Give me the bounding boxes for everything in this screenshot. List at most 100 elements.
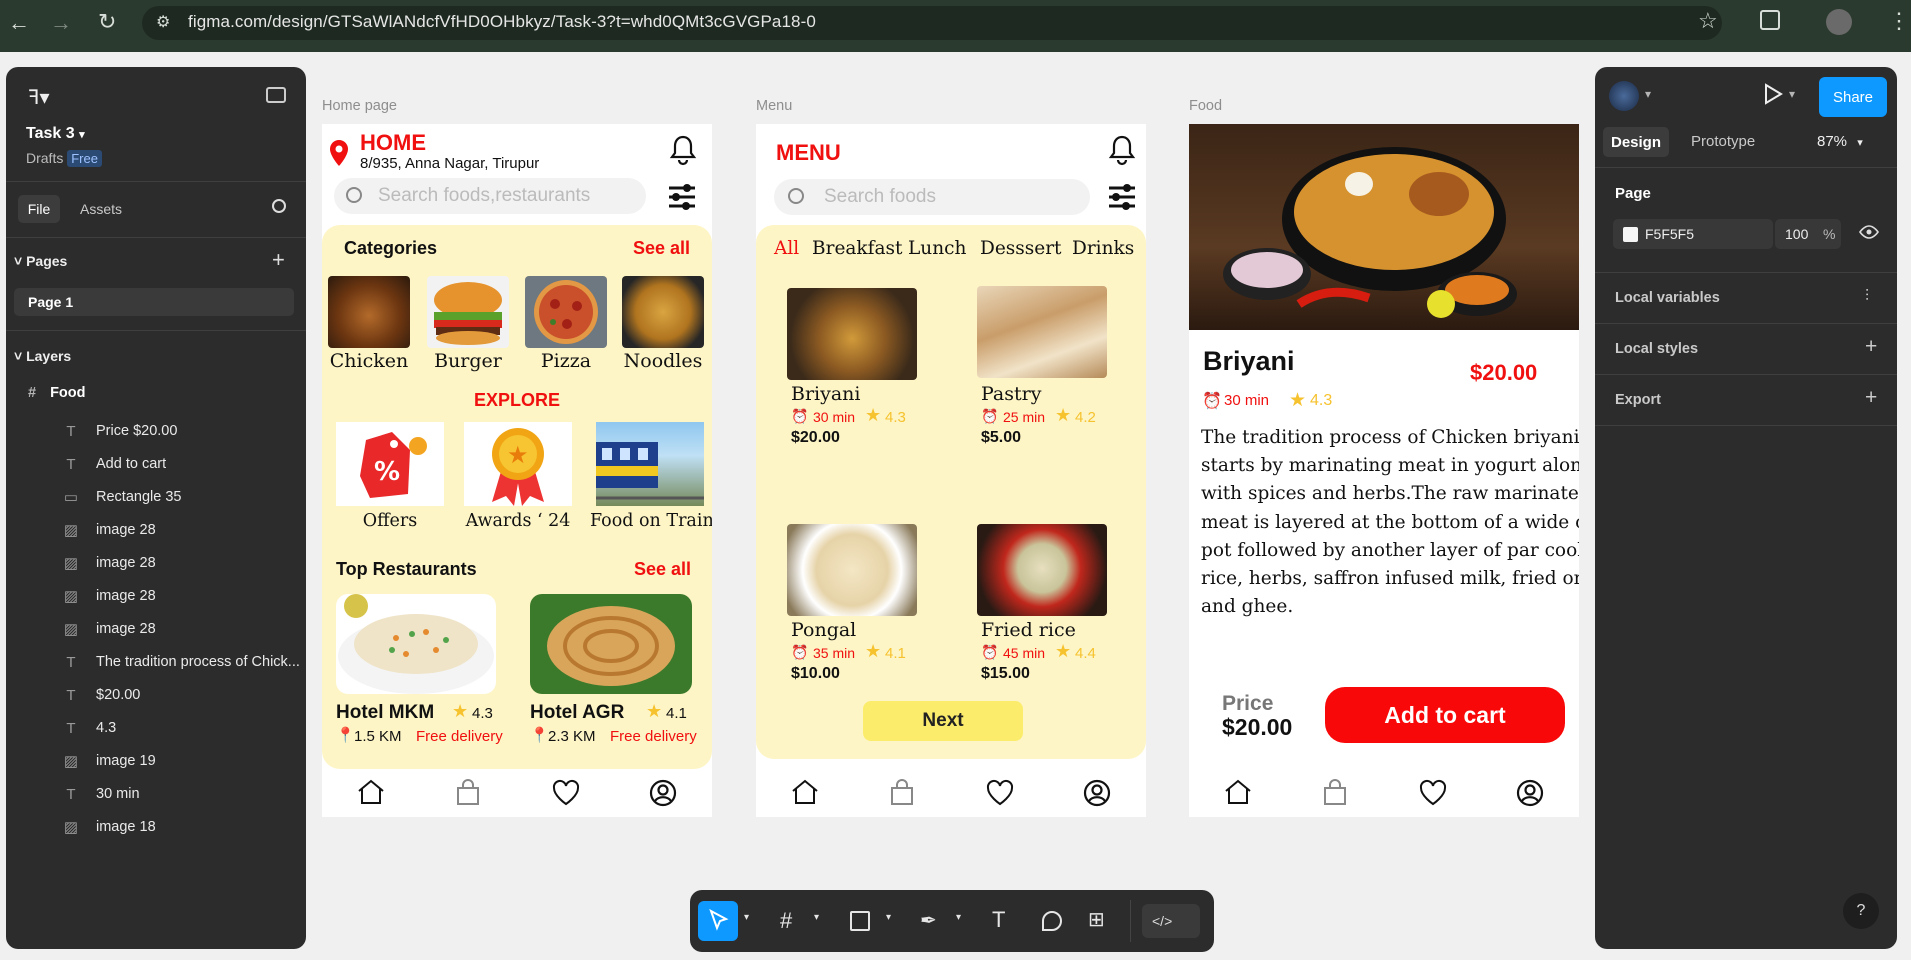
chevron-down-icon[interactable]: ▾ [744,912,749,923]
actions-icon[interactable]: ⊞ [1088,907,1105,932]
bag-icon[interactable] [453,778,483,808]
layer-row[interactable]: ▨ image 18 [6,810,306,844]
frame-label-home[interactable]: Home page [322,98,397,114]
move-tool[interactable] [698,901,738,941]
extensions-icon[interactable] [1760,10,1780,30]
profile-avatar[interactable] [1826,9,1852,35]
variables-adjust-icon[interactable]: ⫶ [1865,288,1869,306]
menu-item-name[interactable]: Pastry [981,383,1041,405]
explore-label[interactable]: Food on Train [590,511,712,531]
frame-tool-icon[interactable]: # [780,908,792,934]
site-settings-icon[interactable]: ⚙ [156,12,170,32]
burger-image[interactable] [427,276,509,348]
explore-label[interactable]: Awards ‘ 24 [458,511,578,531]
tab-design[interactable]: Design [1603,127,1669,157]
search-icon[interactable] [272,199,286,213]
fill-hex[interactable]: F5F5F5 [1645,226,1694,242]
user-avatar[interactable] [1609,81,1639,111]
layer-row[interactable]: ▨ image 19 [6,744,306,778]
home-search-input[interactable]: Search foods,restaurants [334,178,646,214]
add-to-cart-button[interactable]: Add to cart [1325,687,1565,743]
briyani-hero-image[interactable] [1189,124,1579,330]
layer-row[interactable]: T 4.3 [6,711,306,745]
menu-tab[interactable]: Drinks [1072,238,1134,259]
restaurant-image-agr[interactable] [530,594,692,694]
home-icon[interactable] [1223,778,1253,808]
chevron-down-icon[interactable]: ▾ [956,912,961,923]
tab-prototype[interactable]: Prototype [1691,133,1755,150]
rectangle-tool-icon[interactable] [850,911,870,931]
menu-item-image-fried-rice[interactable] [977,524,1107,616]
color-swatch[interactable] [1623,227,1638,242]
layer-row[interactable]: T 30 min [6,777,306,811]
heart-icon[interactable] [1418,778,1448,808]
restaurant-name[interactable]: Hotel AGR [530,702,624,724]
menu-item-name[interactable]: Briyani [791,383,861,405]
chicken-image[interactable] [328,276,410,348]
pizza-image[interactable] [525,276,607,348]
chevron-down-icon[interactable]: ▾ [814,912,819,923]
profile-icon[interactable] [1515,778,1545,808]
notification-bell-icon[interactable] [1108,134,1136,166]
pages-header[interactable]: ˅ Pages [14,253,67,269]
category-label[interactable]: Burger [427,350,509,372]
pen-tool-icon[interactable]: ✒ [920,908,937,933]
opacity-field[interactable]: 100 % [1775,219,1841,249]
file-name[interactable]: Task 3 ▾ [26,125,85,143]
awards-image[interactable]: ★ [464,422,572,506]
bag-icon[interactable] [887,778,917,808]
tab-file[interactable]: File [18,195,60,223]
layer-row[interactable]: ▨ image 28 [6,513,306,547]
menu-search-input[interactable]: Search foods [774,179,1090,215]
help-button[interactable]: ? [1843,893,1879,929]
profile-icon[interactable] [648,778,678,808]
notification-bell-icon[interactable] [669,134,697,166]
restaurant-image-mkm[interactable] [336,594,496,694]
home-frame[interactable]: HOME 8/935, Anna Nagar, Tirupur Search f… [322,124,712,817]
explore-label[interactable]: Offers [330,511,450,531]
layer-row[interactable]: ▨ image 28 [6,579,306,613]
chevron-down-icon[interactable]: ▾ [886,912,891,923]
filter-icon[interactable] [1108,184,1136,210]
add-export-icon[interactable]: + [1865,386,1877,410]
food-on-train-image[interactable] [596,422,704,506]
layer-row[interactable]: T The tradition process of Chick... [6,645,306,679]
bookmark-star-icon[interactable]: ☆ [1698,8,1718,34]
menu-tab[interactable]: All [774,238,799,259]
menu-item-image-briyani[interactable] [787,288,917,380]
food-frame[interactable]: Briyani $20.00 ⏰ 30 min ★ 4.3 The tradit… [1189,124,1579,817]
back-icon[interactable]: ← [8,10,30,36]
add-style-icon[interactable]: + [1865,335,1877,359]
zoom-level[interactable]: 87% ▾ [1817,133,1863,150]
next-button[interactable]: Next [863,701,1023,741]
text-tool-icon[interactable]: T [992,907,1005,933]
menu-tab[interactable]: Desssert [980,238,1062,259]
forward-icon[interactable]: → [50,10,72,36]
layer-row[interactable]: ▨ image 28 [6,546,306,580]
category-label[interactable]: Pizza [525,350,607,372]
opacity-value[interactable]: 100 [1785,226,1808,242]
heart-icon[interactable] [551,778,581,808]
visibility-eye-icon[interactable] [1859,225,1879,239]
page-fill-field[interactable]: F5F5F5 [1613,219,1773,249]
layer-row[interactable]: ▨ image 28 [6,612,306,646]
comment-tool-icon[interactable] [1042,911,1062,931]
reload-icon[interactable]: ↻ [98,9,116,35]
present-play-icon[interactable] [1763,83,1783,105]
menu-item-name[interactable]: Fried rice [981,619,1076,641]
menu-tab[interactable]: Breakfast [812,238,902,259]
menu-item-image-pastry[interactable] [977,286,1107,378]
browser-menu-icon[interactable]: ⋮ [1888,8,1910,34]
menu-frame[interactable]: MENU Search foods Next All Breakfast Lunch… [756,124,1146,817]
layer-row[interactable]: T $20.00 [6,678,306,712]
frame-label-food[interactable]: Food [1189,98,1222,114]
frame-label-menu[interactable]: Menu [756,98,792,114]
menu-tab[interactable]: Lunch [908,238,966,259]
category-label[interactable]: Noodles [622,350,704,372]
heart-icon[interactable] [985,778,1015,808]
offers-image[interactable]: % [336,422,444,506]
noodles-image[interactable] [622,276,704,348]
filter-icon[interactable] [668,184,696,210]
dev-mode-toggle[interactable]: </> [1142,904,1200,938]
add-page-icon[interactable]: + [272,247,285,273]
